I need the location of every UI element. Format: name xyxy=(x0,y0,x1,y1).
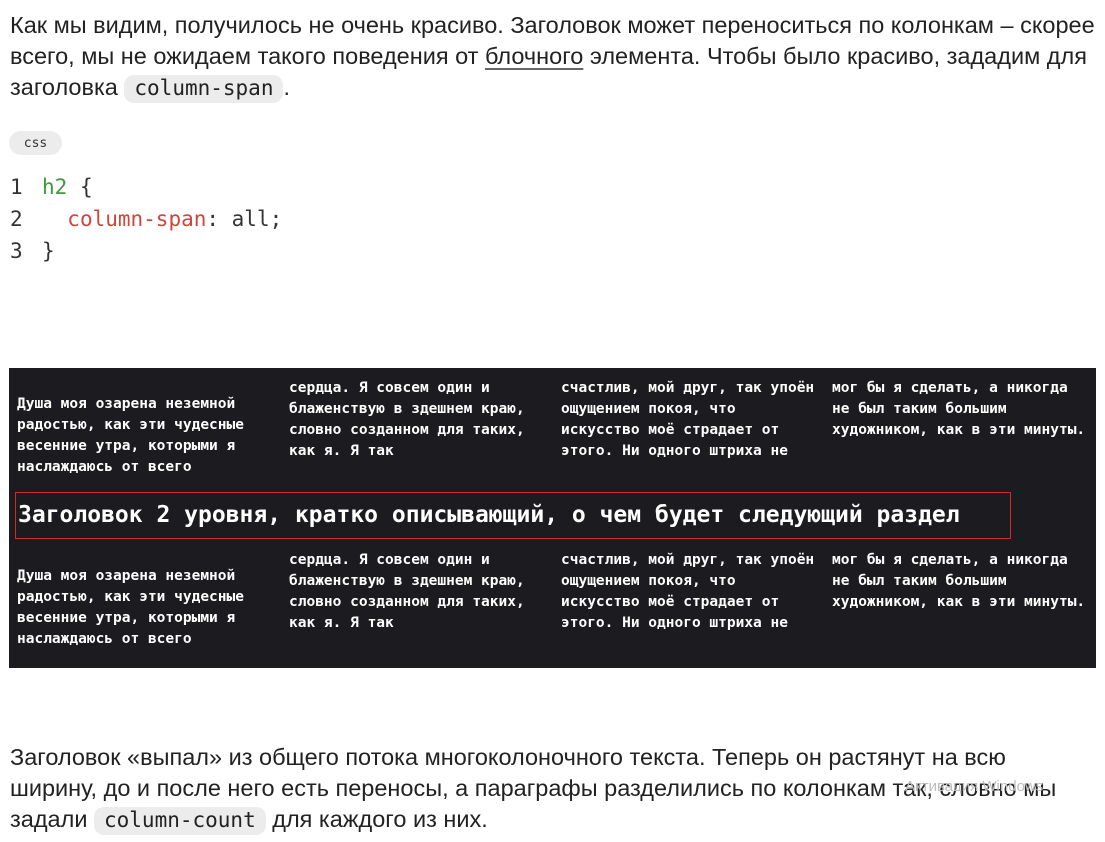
demo-column-1: Душа моя озарена неземной радостью, как … xyxy=(17,568,244,647)
line-number: 2 xyxy=(10,207,23,231)
demo-column-4: мог бы я сделать, а никогда не был таким… xyxy=(832,380,1086,438)
line-number: 1 xyxy=(10,175,23,199)
inline-code-column-span: column-span xyxy=(124,75,284,103)
code-block: 1 h2 { 2 column-span: all; 3} xyxy=(10,171,282,267)
code-line: 2 column-span: all; xyxy=(10,203,282,235)
demo-column-1: Душа моя озарена неземной радостью, как … xyxy=(17,396,244,475)
demo-heading-h2: Заголовок 2 уровня, кратко описывающий, … xyxy=(15,492,1011,539)
intro-paragraph: Как мы видим, получилось не очень красив… xyxy=(10,10,1095,104)
windows-activation-watermark: Активация Windows xyxy=(905,778,1044,795)
demo-column-4: мог бы я сделать, а никогда не был таким… xyxy=(832,552,1086,610)
css-property: column-span xyxy=(67,207,207,231)
outro-text-2: для каждого из них. xyxy=(265,806,488,832)
code-punctuation: { xyxy=(67,175,93,199)
demo-column-3: счастлив, мой друг, так упоён ощущением … xyxy=(561,380,815,459)
demo-column-3: счастлив, мой друг, так упоён ощущением … xyxy=(561,552,815,631)
css-selector: h2 xyxy=(42,175,68,199)
inline-code-column-count: column-count xyxy=(94,807,266,835)
code-line: 3} xyxy=(10,235,282,267)
demo-column-2: сердца. Я совсем один и блаженствую в зд… xyxy=(289,380,525,459)
demo-column-2: сердца. Я совсем один и блаженствую в зд… xyxy=(289,552,525,631)
code-line: 1 h2 { xyxy=(10,171,282,203)
block-element-link[interactable]: блочного xyxy=(485,43,583,69)
css-value: : all; xyxy=(206,207,283,231)
code-punctuation: } xyxy=(42,239,55,263)
line-number: 3 xyxy=(10,239,23,263)
code-language-badge: css xyxy=(9,131,62,155)
intro-text-3: . xyxy=(283,74,290,100)
demo-preview: Душа моя озарена неземной радостью, как … xyxy=(9,368,1096,668)
